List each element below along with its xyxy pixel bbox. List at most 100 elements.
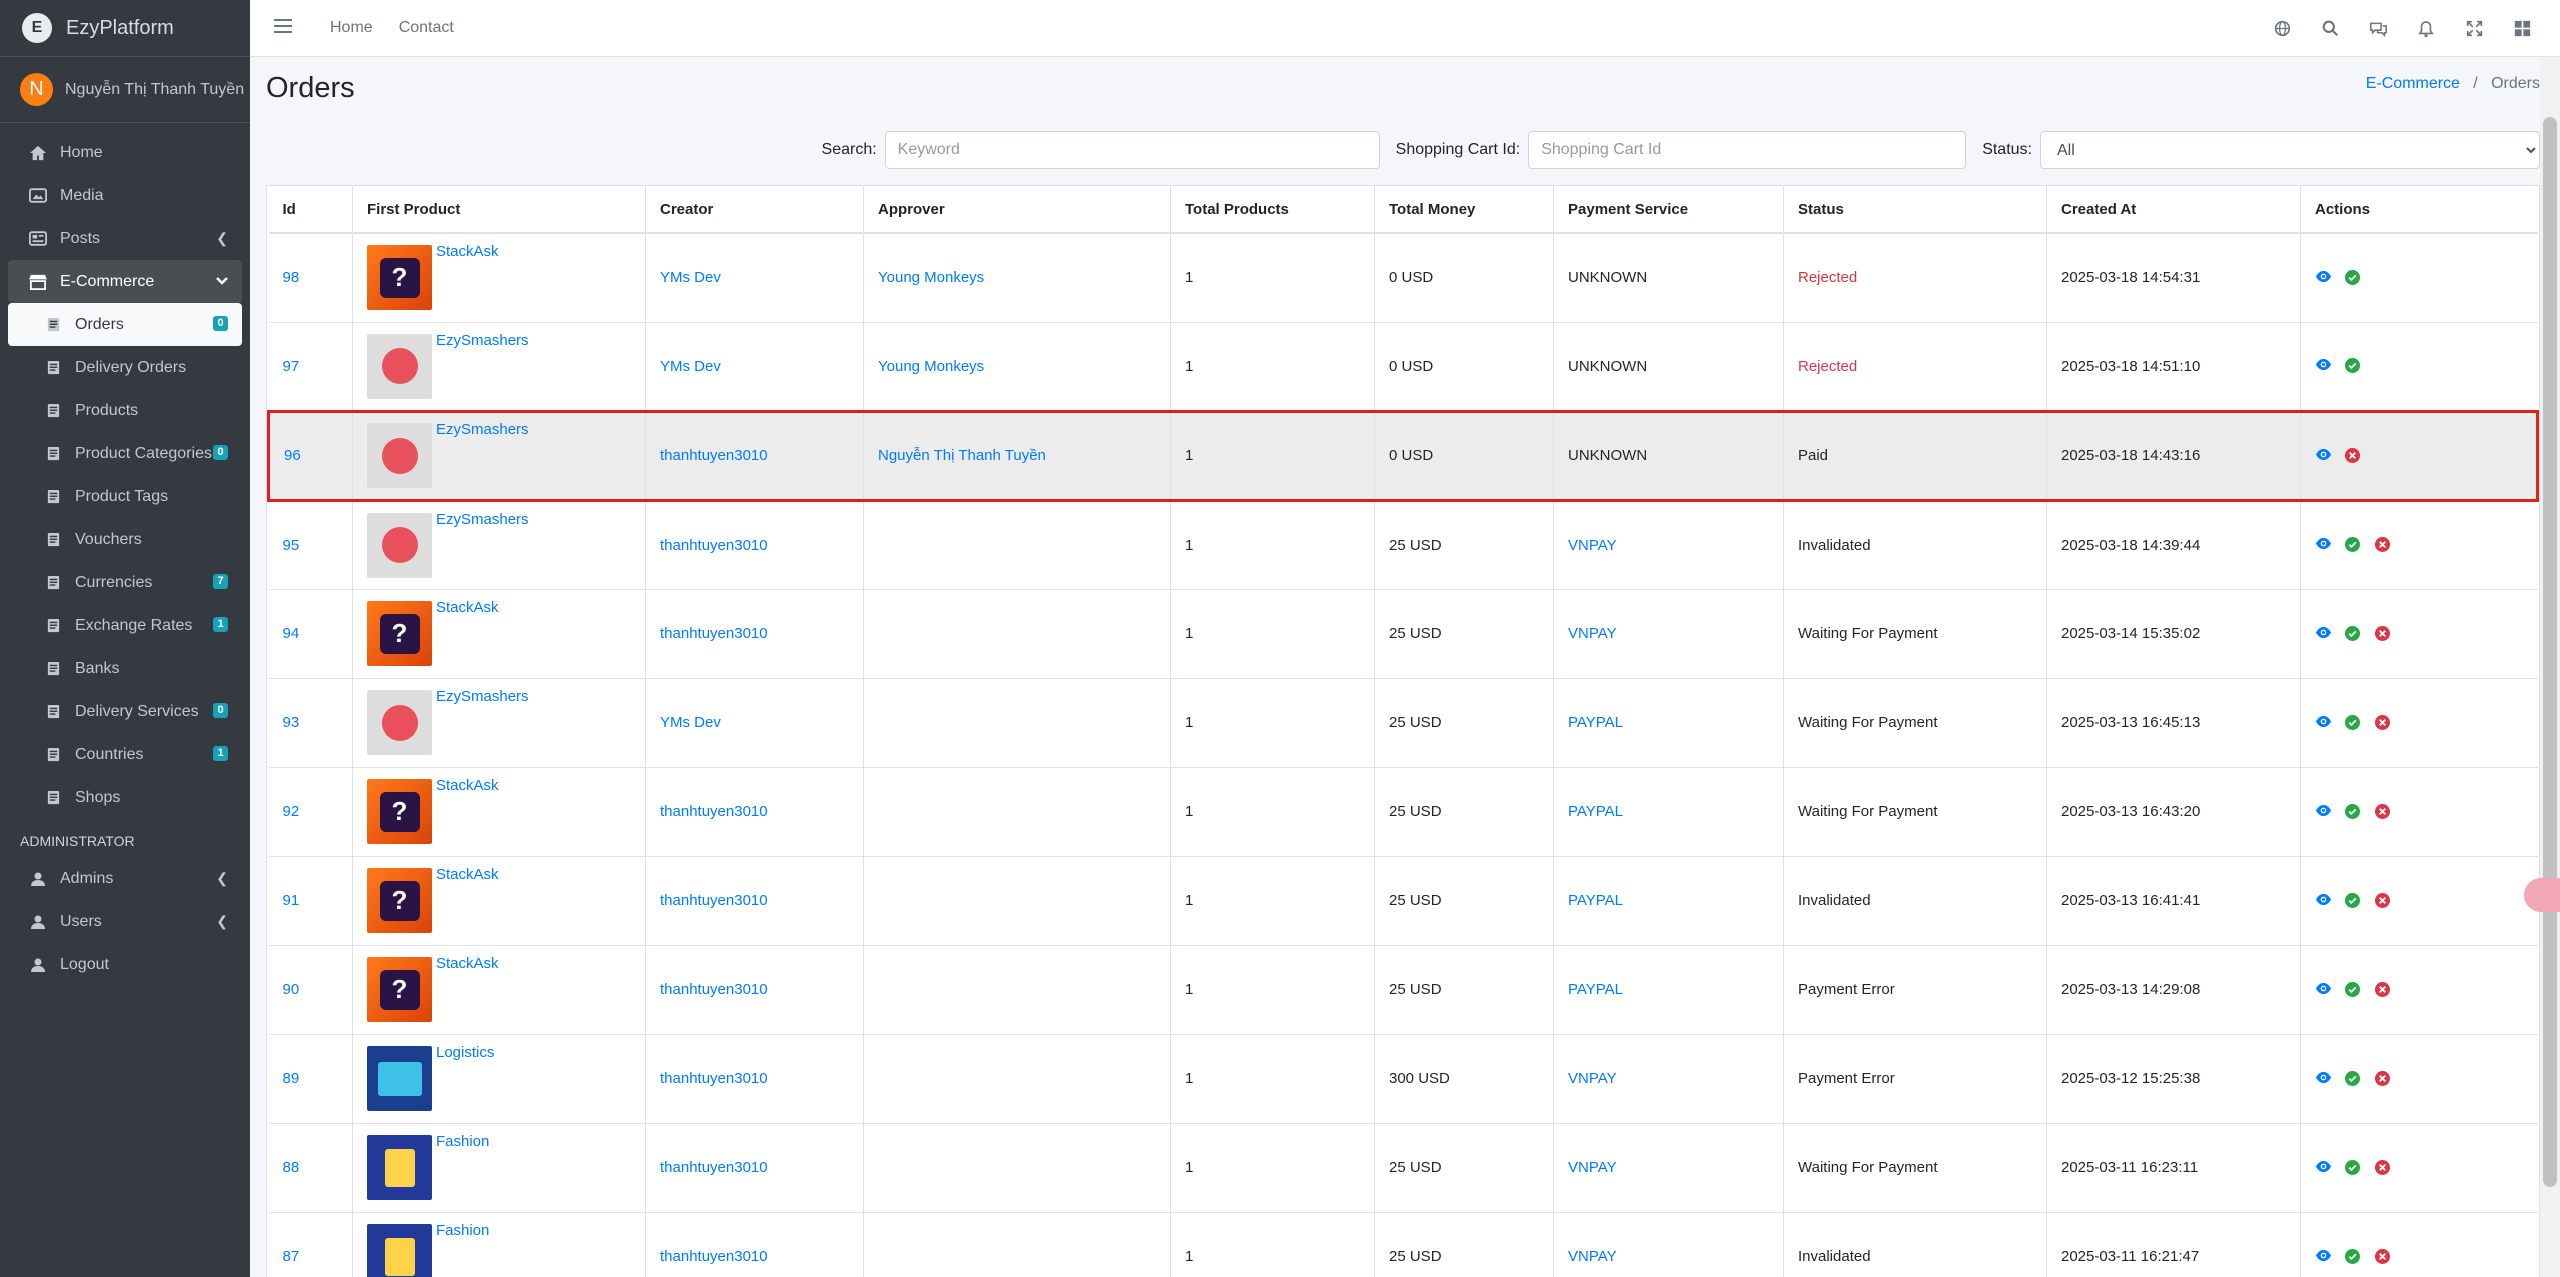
sidebar-item-currencies[interactable]: Currencies 7 — [8, 561, 242, 604]
times-circle-icon[interactable] — [2375, 1248, 2391, 1265]
product-link[interactable]: EzySmashers — [436, 421, 529, 438]
product-thumbnail[interactable] — [367, 1135, 432, 1200]
order-id-link[interactable]: 97 — [283, 358, 300, 375]
times-circle-icon[interactable] — [2375, 1070, 2391, 1087]
shopping-cart-id-input[interactable] — [1528, 131, 1967, 169]
product-link[interactable]: Fashion — [436, 1133, 489, 1150]
eye-icon[interactable] — [2315, 1160, 2332, 1176]
sidebar-item-exchange-rates[interactable]: Exchange Rates 1 — [8, 604, 242, 647]
creator-link[interactable]: thanhtuyen3010 — [660, 537, 768, 554]
times-circle-icon[interactable] — [2375, 625, 2391, 642]
creator-link[interactable]: thanhtuyen3010 — [660, 625, 768, 642]
order-id-link[interactable]: 88 — [283, 1159, 300, 1176]
times-circle-icon[interactable] — [2345, 447, 2361, 464]
times-circle-icon[interactable] — [2375, 714, 2391, 731]
eye-icon[interactable] — [2315, 626, 2332, 642]
approver-link[interactable]: Young Monkeys — [878, 269, 984, 286]
eye-icon[interactable] — [2315, 1071, 2332, 1087]
check-circle-icon[interactable] — [2345, 1248, 2361, 1265]
eye-icon[interactable] — [2315, 1249, 2332, 1265]
product-thumbnail[interactable] — [367, 423, 432, 488]
payment-service-link[interactable]: PAYPAL — [1568, 714, 1623, 731]
sidebar-item-shops[interactable]: Shops — [8, 776, 242, 819]
eye-icon[interactable] — [2315, 804, 2332, 820]
user-name[interactable]: Nguyễn Thị Thanh Tuyền — [65, 81, 244, 99]
sidebar-item-admins[interactable]: Admins ❮ — [8, 857, 242, 900]
payment-service-link[interactable]: VNPAY — [1568, 625, 1617, 642]
sidebar-item-home[interactable]: Home — [8, 131, 242, 174]
sidebar-item-product-categories[interactable]: Product Categories 0 — [8, 432, 242, 475]
product-thumbnail[interactable] — [367, 1224, 432, 1277]
product-thumbnail[interactable]: ? — [367, 957, 432, 1022]
product-link[interactable]: StackAsk — [436, 243, 499, 260]
brand[interactable]: E EzyPlatform — [0, 0, 250, 57]
globe-icon[interactable] — [2258, 20, 2306, 37]
creator-link[interactable]: thanhtuyen3010 — [660, 1070, 768, 1087]
product-link[interactable]: Logistics — [436, 1044, 494, 1061]
payment-service-link[interactable]: VNPAY — [1568, 1248, 1617, 1265]
payment-service-link[interactable]: PAYPAL — [1568, 892, 1623, 909]
payment-service-link[interactable]: VNPAY — [1568, 1159, 1617, 1176]
times-circle-icon[interactable] — [2375, 537, 2391, 553]
check-circle-icon[interactable] — [2345, 358, 2361, 374]
payment-service-link[interactable]: VNPAY — [1568, 1070, 1617, 1087]
order-id-link[interactable]: 89 — [283, 1070, 300, 1087]
menu-toggle-icon[interactable] — [274, 17, 304, 40]
eye-icon[interactable] — [2315, 715, 2332, 731]
order-id-link[interactable]: 98 — [283, 269, 300, 286]
sidebar-item-media[interactable]: Media — [8, 174, 242, 217]
bell-icon[interactable] — [2402, 20, 2450, 38]
order-id-link[interactable]: 92 — [283, 803, 300, 820]
product-thumbnail[interactable] — [367, 690, 432, 755]
creator-link[interactable]: YMs Dev — [660, 269, 721, 286]
sidebar-item-products[interactable]: Products — [8, 389, 242, 432]
check-circle-icon[interactable] — [2345, 625, 2361, 642]
approver-link[interactable]: Nguyễn Thị Thanh Tuyền — [878, 447, 1046, 464]
product-thumbnail[interactable]: ? — [367, 779, 432, 844]
order-id-link[interactable]: 95 — [283, 537, 300, 554]
product-link[interactable]: Fashion — [436, 1222, 489, 1239]
check-circle-icon[interactable] — [2345, 269, 2361, 286]
sidebar-item-vouchers[interactable]: Vouchers — [8, 518, 242, 561]
check-circle-icon[interactable] — [2345, 537, 2361, 553]
scrollbar-thumb[interactable] — [2543, 117, 2557, 1187]
order-id-link[interactable]: 94 — [283, 625, 300, 642]
product-thumbnail[interactable] — [367, 512, 432, 578]
payment-service-link[interactable]: VNPAY — [1568, 537, 1617, 554]
check-circle-icon[interactable] — [2345, 1159, 2361, 1176]
eye-icon[interactable] — [2315, 270, 2332, 286]
apps-grid-icon[interactable] — [2498, 20, 2546, 37]
times-circle-icon[interactable] — [2375, 1159, 2391, 1176]
sidebar-item-delivery-orders[interactable]: Delivery Orders — [8, 346, 242, 389]
creator-link[interactable]: thanhtuyen3010 — [660, 803, 768, 820]
payment-service-link[interactable]: PAYPAL — [1568, 803, 1623, 820]
payment-service-link[interactable]: PAYPAL — [1568, 981, 1623, 998]
product-thumbnail[interactable]: ? — [367, 868, 432, 933]
sidebar-item-logout[interactable]: Logout — [8, 943, 242, 986]
product-link[interactable]: StackAsk — [436, 777, 499, 794]
check-circle-icon[interactable] — [2345, 1070, 2361, 1087]
page-scrollbar[interactable] — [2540, 57, 2560, 1277]
order-id-link[interactable]: 90 — [283, 981, 300, 998]
fullscreen-icon[interactable] — [2450, 20, 2498, 37]
sidebar-item-posts[interactable]: Posts ❮ — [8, 217, 242, 260]
times-circle-icon[interactable] — [2375, 981, 2391, 998]
approver-link[interactable]: Young Monkeys — [878, 358, 984, 375]
product-link[interactable]: StackAsk — [436, 955, 499, 972]
eye-icon[interactable] — [2315, 448, 2332, 464]
product-link[interactable]: StackAsk — [436, 599, 499, 616]
product-link[interactable]: EzySmashers — [436, 511, 529, 528]
product-link[interactable]: EzySmashers — [436, 688, 529, 705]
floating-translate-button[interactable] — [2524, 878, 2560, 912]
product-thumbnail[interactable]: ? — [367, 601, 432, 666]
creator-link[interactable]: YMs Dev — [660, 714, 721, 731]
creator-link[interactable]: thanhtuyen3010 — [660, 981, 768, 998]
times-circle-icon[interactable] — [2375, 803, 2391, 820]
times-circle-icon[interactable] — [2375, 892, 2391, 909]
sidebar-item-users[interactable]: Users ❮ — [8, 900, 242, 943]
sidebar-item-e-commerce[interactable]: E-Commerce — [8, 260, 242, 303]
product-link[interactable]: StackAsk — [436, 866, 499, 883]
check-circle-icon[interactable] — [2345, 892, 2361, 909]
order-id-link[interactable]: 87 — [283, 1248, 300, 1265]
product-thumbnail[interactable] — [367, 1046, 432, 1111]
